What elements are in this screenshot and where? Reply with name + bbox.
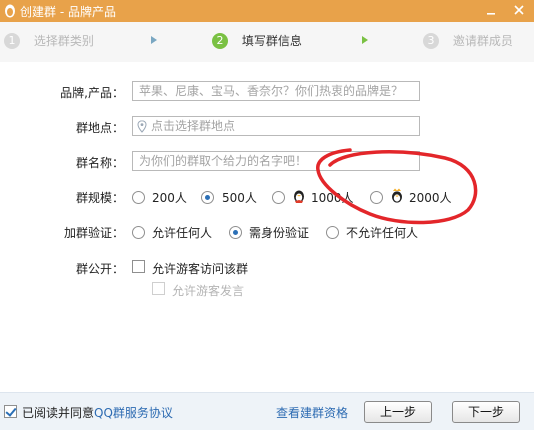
close-button[interactable] — [510, 2, 528, 20]
public-label: 群公开： — [75, 262, 124, 276]
allow-visitor-access-label: 允许游客访问该群 — [152, 262, 249, 276]
verify-option-anyone: 允许任何人 — [152, 226, 213, 240]
allow-visitor-access-checkbox[interactable] — [132, 260, 145, 273]
step-label: 填写群信息 — [241, 34, 302, 48]
size-option-2000: 2000人 — [409, 191, 452, 205]
group-name-input[interactable]: 为你们的群取个给力的名字吧！ — [132, 151, 420, 171]
next-step-button[interactable]: 下一步 — [452, 401, 520, 423]
verify-option-identity: 需身份验证 — [249, 226, 310, 240]
step-number: 1 — [4, 32, 20, 49]
step-2: 2 填写群信息 — [212, 32, 302, 52]
verify-label: 加群验证： — [63, 226, 124, 240]
size-radio-1000[interactable] — [272, 191, 285, 204]
agree-terms-checkbox[interactable] — [4, 405, 17, 418]
size-option-200: 200人 — [152, 191, 187, 205]
step-3: 3 邀请群成员 — [423, 32, 513, 52]
brand-label: 品牌,产品： — [60, 86, 124, 100]
step-label: 邀请群成员 — [452, 34, 513, 48]
verify-option-none: 不允许任何人 — [346, 226, 419, 240]
window-title: 创建群 - 品牌产品 — [20, 5, 116, 19]
agree-prefix: 已阅读并同意 — [22, 406, 95, 420]
size-radio-2000[interactable] — [370, 191, 383, 204]
form-panel: 品牌,产品： 苹果、尼康、宝马、香奈尔？你们热衷的品牌是？ 群地点： 点击选择群… — [0, 62, 534, 392]
minimize-icon — [487, 13, 495, 15]
close-icon — [514, 5, 524, 15]
verify-radio-none[interactable] — [326, 226, 339, 239]
step-number: 3 — [423, 32, 439, 49]
agree-terms-text: 已阅读并同意QQ群服务协议 — [22, 404, 173, 421]
service-agreement-link[interactable]: QQ群服务协议 — [94, 406, 173, 420]
allow-visitor-speak-checkbox[interactable] — [152, 282, 165, 295]
qq-svip-penguin-icon — [392, 188, 402, 203]
allow-visitor-speak-label: 允许游客发言 — [172, 284, 245, 298]
qq-vip-penguin-icon — [294, 190, 304, 203]
footer-bar: 已阅读并同意QQ群服务协议 查看建群资格 上一步 下一步 — [0, 392, 534, 430]
minimize-button[interactable] — [482, 2, 500, 20]
check-qualification-link[interactable]: 查看建群资格 — [276, 404, 348, 421]
step-label: 选择群类别 — [33, 34, 94, 48]
step-arrow-icon — [151, 36, 157, 44]
prev-step-button[interactable]: 上一步 — [364, 401, 432, 423]
size-radio-500[interactable] — [201, 191, 214, 204]
step-1: 1 选择群类别 — [4, 32, 94, 52]
size-radio-200[interactable] — [132, 191, 145, 204]
size-option-1000: 1000人 — [311, 191, 354, 205]
title-bar: 创建群 - 品牌产品 — [0, 0, 534, 22]
step-indicator: 1 选择群类别 2 填写群信息 3 邀请群成员 — [0, 22, 534, 62]
size-label: 群规模： — [75, 191, 124, 205]
location-input[interactable]: 点击选择群地点 — [132, 116, 420, 136]
location-pin-icon — [137, 120, 147, 133]
step-arrow-icon — [362, 36, 368, 44]
qq-penguin-icon — [5, 4, 15, 18]
location-label: 群地点： — [75, 121, 124, 135]
verify-radio-identity[interactable] — [229, 226, 242, 239]
size-option-500: 500人 — [222, 191, 257, 205]
step-number: 2 — [212, 32, 228, 49]
brand-input[interactable]: 苹果、尼康、宝马、香奈尔？你们热衷的品牌是？ — [132, 81, 420, 101]
name-label: 群名称： — [75, 156, 124, 170]
location-placeholder: 点击选择群地点 — [151, 119, 236, 133]
verify-radio-anyone[interactable] — [132, 226, 145, 239]
